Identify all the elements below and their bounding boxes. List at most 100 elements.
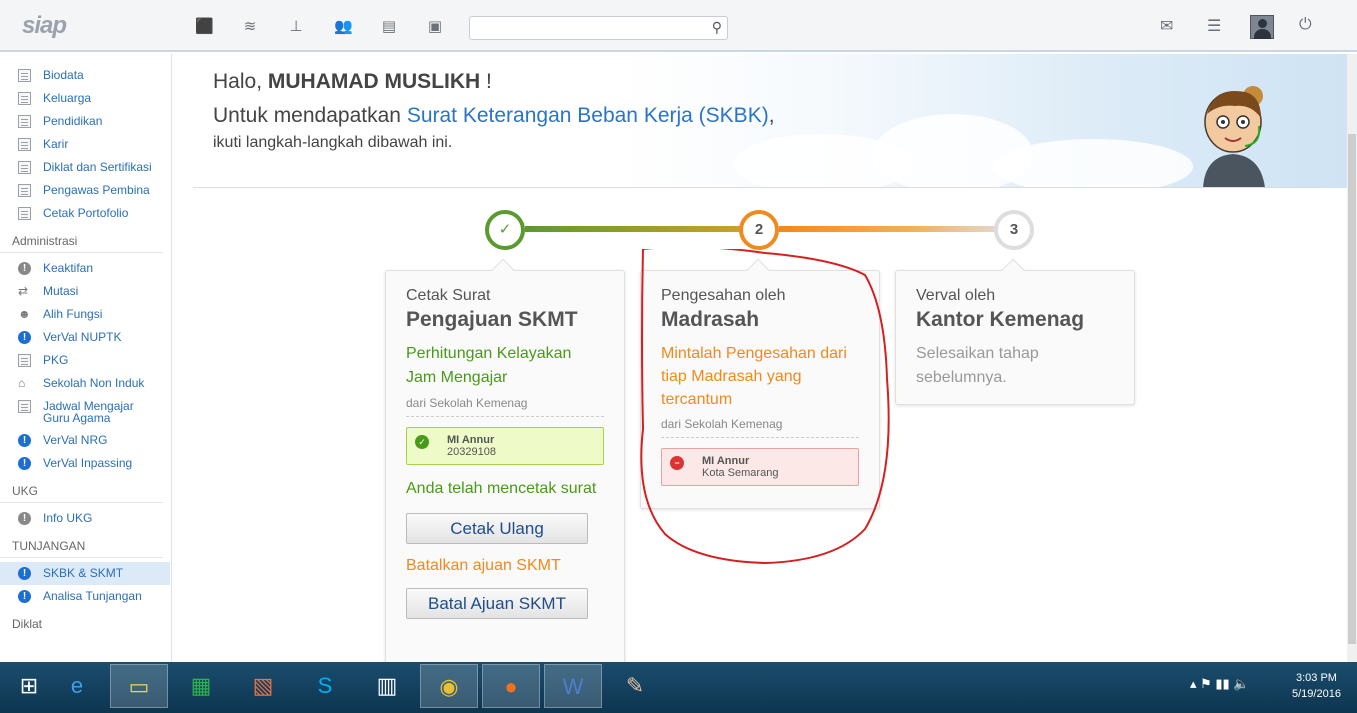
avatar[interactable]	[1250, 15, 1274, 39]
sidebar-item-pkg[interactable]: PKG	[0, 349, 171, 372]
file-explorer-icon[interactable]: ▭	[110, 664, 168, 708]
info-icon: !	[18, 567, 31, 580]
scrollbar-thumb[interactable]	[1348, 134, 1356, 644]
card-source: dari Sekolah Kemenag	[406, 396, 604, 417]
sidebar-item-keluarga[interactable]: Keluarga	[0, 87, 171, 110]
card-title: Cetak Surat	[406, 287, 491, 304]
id-card-icon[interactable]: ▣	[426, 18, 444, 36]
sidebar-item-diklat[interactable]: Diklat dan Sertifikasi	[0, 156, 171, 179]
paint-icon[interactable]: ✎	[606, 664, 664, 708]
doc-icon	[18, 184, 31, 197]
sidebar-item-biodata[interactable]: Biodata	[0, 64, 171, 87]
check-icon: ✓	[415, 435, 429, 449]
app-icon[interactable]: ▥	[358, 664, 416, 708]
step-1-check-icon: ✓	[485, 210, 525, 250]
printed-note: Anda telah mencetak surat	[406, 480, 597, 497]
red-annotation-circle	[640, 249, 890, 565]
sidebar-heading-administrasi: Administrasi	[0, 229, 163, 253]
intro-subtext: ikuti langkah-langkah dibawah ini.	[213, 134, 453, 151]
info-icon: !	[18, 457, 31, 470]
search-icon[interactable]: ⚲	[712, 19, 722, 36]
step-card-1: Cetak Surat Pengajuan SKMT Perhitungan K…	[385, 258, 625, 662]
list-icon[interactable]: ☰	[1207, 16, 1221, 36]
doc-icon	[18, 400, 31, 413]
sidebar-heading-tunjangan: TUNJANGAN	[0, 534, 163, 558]
doc-icon	[18, 115, 31, 128]
sidebar-item-pengawas[interactable]: Pengawas Pembina	[0, 179, 171, 202]
store-icon[interactable]: ▦	[172, 664, 230, 708]
sidebar-item-portofolio[interactable]: Cetak Portofolio	[0, 202, 171, 225]
info-icon: !	[18, 590, 31, 603]
sidebar-item-alih-fungsi[interactable]: ☻ Alih Fungsi	[0, 303, 171, 326]
sidebar-heading-diklat: Diklat	[12, 617, 43, 631]
sidebar-item-sekolah-non-induk[interactable]: ⌂ Sekolah Non Induk	[0, 372, 171, 395]
rss-icon[interactable]: ≋	[241, 18, 259, 36]
sidebar-item-pendidikan[interactable]: Pendidikan	[0, 110, 171, 133]
hero-banner: Halo, MUHAMAD MUSLIKH ! Untuk mendapatka…	[173, 54, 1347, 194]
chrome-icon[interactable]: ◉	[420, 664, 478, 708]
sidebar-item-skbk-skmt[interactable]: ! SKBK & SKMT	[0, 562, 170, 585]
search-box: ⚲	[469, 16, 728, 40]
user-icon: ☻	[18, 307, 31, 321]
power-icon[interactable]: ⏻	[1299, 16, 1312, 34]
transfer-icon: ⇄	[18, 284, 29, 298]
doc-icon	[18, 161, 31, 174]
clock[interactable]: 3:03 PM 5/19/2016	[1292, 670, 1341, 702]
sidebar-item-analisa-tunjangan[interactable]: ! Analisa Tunjangan	[0, 585, 171, 608]
sidebar: Biodata Keluarga Pendidikan Karir Diklat…	[0, 54, 172, 662]
step-2-number: 2	[739, 210, 779, 250]
card-description: Perhitungan Kelayakan Jam Mengajar	[406, 345, 572, 386]
sidebar-item-verval-nrg[interactable]: ! VerVal NRG	[0, 429, 171, 452]
reprint-button[interactable]: Cetak Ulang	[406, 513, 588, 544]
taskbar: ⊞ e ▭ ▦ ▧ S ▥ ◉ ● W ✎ ▴ ⚑ ▮▮ 🔈 3:03 PM 5…	[0, 662, 1357, 713]
sitemap-icon[interactable]: ⊥	[287, 18, 305, 36]
grey-info-icon: !	[18, 512, 31, 525]
mail-icon[interactable]: ✉	[1160, 16, 1173, 36]
cube-icon[interactable]: ⬛	[195, 18, 214, 36]
chart-icon	[18, 354, 31, 367]
cancel-submission-button[interactable]: Batal Ajuan SKMT	[406, 588, 588, 619]
doc-icon	[18, 69, 31, 82]
page-scrollbar[interactable]	[1347, 54, 1357, 662]
progress-line-1	[525, 226, 759, 232]
doc-icon	[18, 138, 31, 151]
mascot-illustration	[1203, 86, 1265, 188]
sidebar-item-info-ukg[interactable]: ! Info UKG	[0, 507, 171, 530]
sidebar-item-verval-inpassing[interactable]: ! VerVal Inpassing	[0, 452, 171, 475]
skype-icon[interactable]: S	[296, 664, 354, 708]
firefox-icon[interactable]: ●	[482, 664, 540, 708]
sidebar-item-jadwal-mengajar[interactable]: Jadwal Mengajar Guru Agama	[0, 395, 171, 429]
ie-icon[interactable]: e	[48, 664, 106, 708]
intro-text: Untuk mendapatkan Surat Keterangan Beban…	[213, 104, 775, 127]
school-icon: ⌂	[18, 376, 26, 390]
app-logo[interactable]: siap	[22, 12, 67, 40]
info-icon: !	[18, 434, 31, 447]
top-bar: siap ⬛ ≋ ⊥ 👥 ▤ ▣ ⚲ ✉ ☰ ⏻	[0, 0, 1357, 52]
divider	[193, 187, 1326, 188]
user-name: MUHAMAD MUSLIKH	[267, 70, 481, 93]
cancel-link[interactable]: Batalkan ajuan SKMT	[406, 554, 604, 578]
sidebar-item-mutasi[interactable]: ⇄ Mutasi	[0, 280, 171, 303]
step-3-number: 3	[994, 210, 1034, 250]
card-subtitle: Pengajuan SKMT	[406, 308, 578, 331]
document-icon[interactable]: ▤	[380, 18, 398, 36]
greeting: Halo, MUHAMAD MUSLIKH !	[213, 70, 492, 93]
info-icon: !	[18, 331, 31, 344]
system-tray[interactable]: ▴ ⚑ ▮▮ 🔈	[1190, 676, 1250, 692]
doc-icon	[18, 207, 31, 220]
step-card-3: Verval oleh Kantor Kemenag Selesaikan ta…	[895, 258, 1135, 405]
gallery-icon[interactable]: ▧	[234, 664, 292, 708]
doc-icon	[18, 92, 31, 105]
card-subtitle: Kantor Kemenag	[916, 308, 1085, 331]
users-icon[interactable]: 👥	[334, 18, 353, 36]
sidebar-item-keaktifan[interactable]: ! Keaktifan	[0, 257, 171, 280]
school-status-box: ✓ MI Annur 20329108	[406, 427, 604, 465]
card-description: Selesaikan tahap sebelumnya.	[916, 345, 1039, 386]
sidebar-item-karir[interactable]: Karir	[0, 133, 171, 156]
word-icon[interactable]: W	[544, 664, 602, 708]
skbk-link[interactable]: Surat Keterangan Beban Kerja (SKBK)	[407, 104, 769, 127]
search-input[interactable]	[470, 17, 695, 39]
card-title: Verval oleh	[916, 287, 996, 304]
sidebar-item-verval-nuptk[interactable]: ! VerVal NUPTK	[0, 326, 171, 349]
progress-line-2	[779, 226, 1013, 232]
